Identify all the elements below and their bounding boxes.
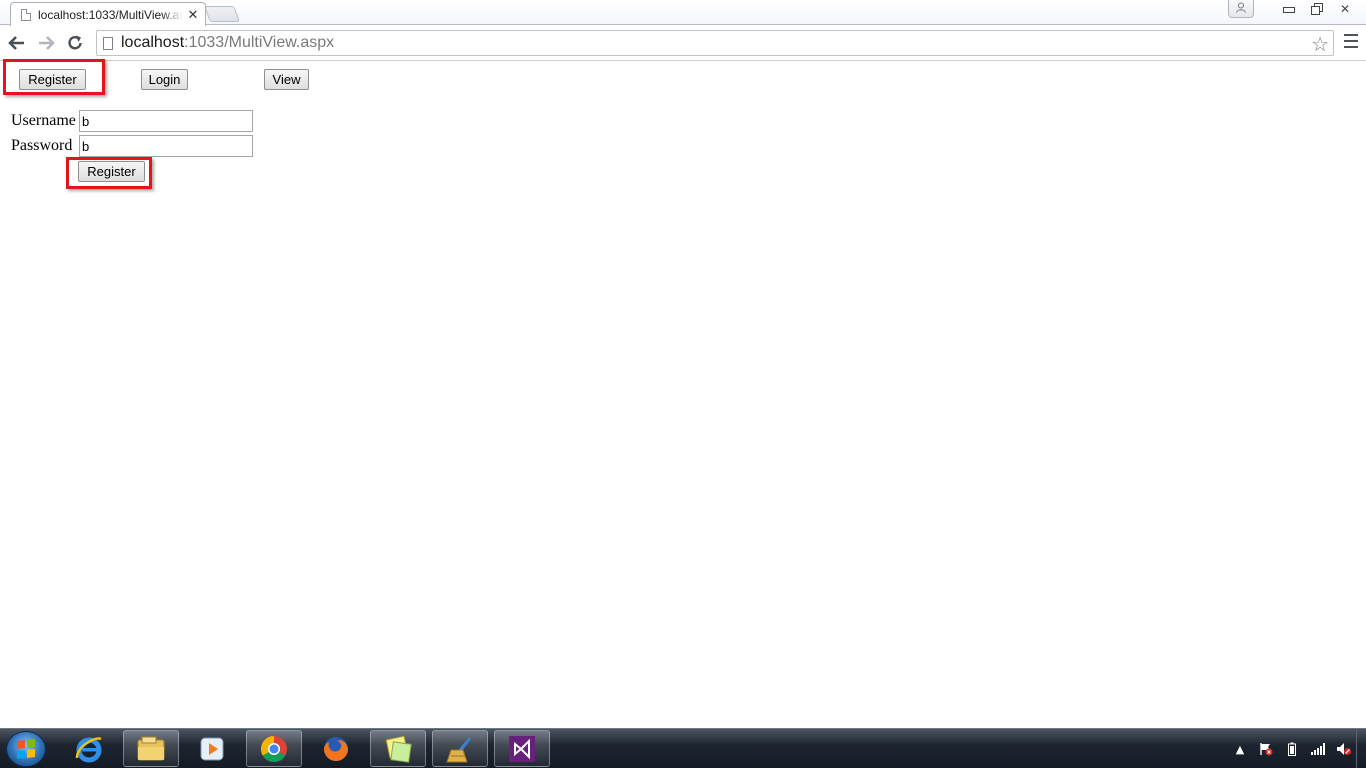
register-view-button[interactable]: Register — [19, 69, 86, 90]
taskbar-chrome[interactable] — [246, 730, 302, 767]
reload-button[interactable] — [63, 31, 87, 55]
internet-explorer-icon — [75, 736, 102, 762]
page-icon — [103, 36, 113, 50]
battery-icon[interactable] — [1284, 741, 1300, 757]
tab-title: localhost:1033/MultiView.aspx — [38, 7, 183, 22]
window-close-button[interactable]: ✕ — [1332, 0, 1358, 18]
ccleaner-icon — [446, 736, 471, 762]
window-controls: ✕ — [1276, 0, 1358, 18]
windows-taskbar: ▲ — [0, 728, 1366, 768]
taskbar-sticky-notes[interactable] — [370, 730, 426, 767]
menu-bar-icon — [1344, 34, 1358, 36]
view-view-button[interactable]: View — [264, 69, 309, 90]
start-button[interactable] — [6, 731, 46, 767]
login-view-button[interactable]: Login — [141, 69, 188, 90]
network-icon[interactable] — [1310, 741, 1326, 757]
forward-button[interactable] — [34, 31, 58, 55]
minimize-icon — [1283, 7, 1295, 13]
show-hidden-icons-icon[interactable]: ▲ — [1232, 741, 1248, 757]
page-content: Register Login View Username Password Re… — [0, 59, 1366, 728]
url-path: :1033/MultiView.aspx — [184, 34, 335, 51]
taskbar-ccleaner[interactable] — [432, 730, 488, 767]
chrome-icon — [260, 735, 287, 762]
bookmark-star-icon[interactable]: ☆ — [1311, 32, 1329, 56]
volume-muted-icon[interactable] — [1336, 741, 1352, 757]
url-host: localhost — [121, 34, 185, 51]
windows-logo-icon — [17, 739, 35, 759]
username-field[interactable] — [79, 110, 253, 132]
taskbar-media-player[interactable] — [184, 730, 240, 767]
minimize-button[interactable] — [1276, 0, 1302, 18]
chrome-menu-button[interactable] — [1344, 34, 1358, 48]
restore-button[interactable] — [1304, 0, 1330, 18]
back-button[interactable] — [5, 31, 29, 55]
username-label: Username — [11, 112, 76, 129]
menu-bar-icon — [1344, 40, 1358, 42]
taskbar-visual-studio[interactable] — [494, 730, 550, 767]
sticky-notes-icon — [385, 735, 412, 763]
browser-titlebar: localhost:1033/MultiView.aspx ✕ ✕ — [0, 0, 1366, 26]
browser-tab[interactable]: localhost:1033/MultiView.aspx ✕ — [10, 2, 206, 26]
page-icon — [21, 8, 31, 21]
url-text[interactable]: localhost:1033/MultiView.aspx — [121, 34, 334, 52]
reload-icon — [68, 35, 82, 50]
menu-bar-icon — [1344, 46, 1358, 48]
firefox-icon — [324, 736, 348, 761]
visual-studio-icon — [509, 735, 535, 762]
media-player-icon — [200, 737, 224, 760]
password-label: Password — [11, 137, 73, 154]
address-bar[interactable]: localhost:1033/MultiView.aspx ☆ — [96, 30, 1334, 56]
close-icon: ✕ — [1339, 2, 1351, 16]
file-explorer-icon — [137, 736, 165, 760]
tab-close-icon[interactable]: ✕ — [187, 7, 199, 23]
taskbar-firefox[interactable] — [308, 730, 364, 767]
user-icon — [1235, 2, 1247, 16]
show-desktop-button[interactable] — [1356, 729, 1366, 768]
browser-toolbar: localhost:1033/MultiView.aspx ☆ — [0, 25, 1366, 61]
register-submit-button[interactable]: Register — [78, 161, 145, 182]
forward-arrow-icon — [39, 36, 55, 50]
back-arrow-icon — [8, 36, 24, 50]
profile-button[interactable] — [1228, 0, 1254, 18]
restore-icon — [1311, 3, 1323, 15]
new-tab-button[interactable] — [204, 6, 240, 22]
action-center-icon[interactable] — [1258, 741, 1274, 757]
system-tray: ▲ — [1232, 729, 1352, 768]
taskbar-file-explorer[interactable] — [123, 730, 179, 767]
taskbar-internet-explorer[interactable] — [61, 730, 117, 767]
password-field[interactable] — [79, 135, 253, 157]
